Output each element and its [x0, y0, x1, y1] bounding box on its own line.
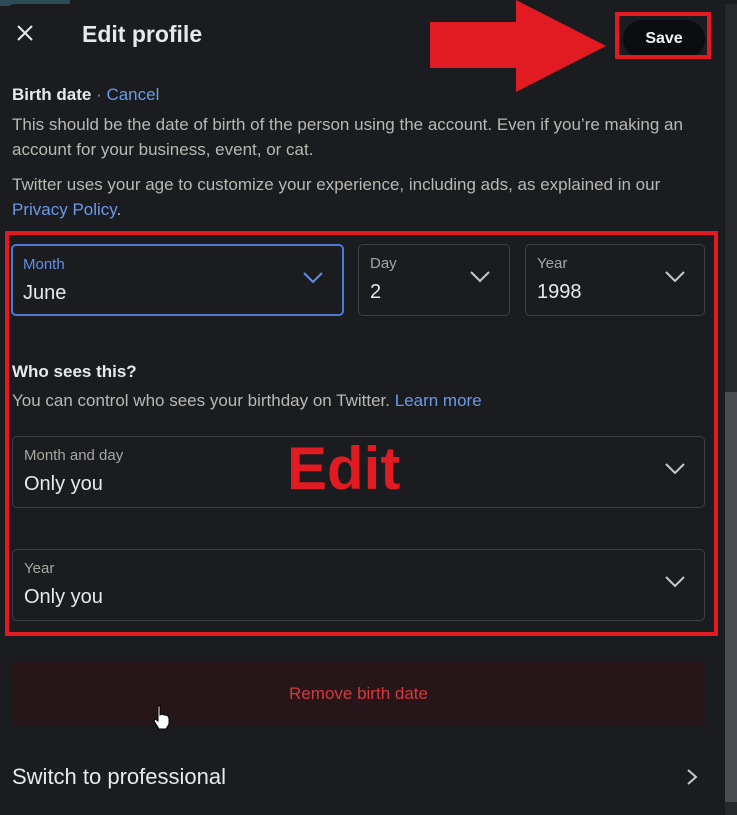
birth-date-heading: Birth date · Cancel: [12, 85, 159, 105]
month-select[interactable]: Month June: [11, 244, 344, 316]
chevron-down-icon: [665, 576, 685, 588]
chevron-down-icon: [665, 463, 685, 475]
switch-to-professional-row[interactable]: Switch to professional: [0, 742, 726, 812]
privacy-policy-link[interactable]: Privacy Policy: [12, 200, 117, 219]
year-select[interactable]: Year 1998: [525, 244, 705, 316]
remove-birth-date-button[interactable]: Remove birth date: [12, 661, 705, 726]
who-sees-this-heading: Who sees this?: [12, 362, 137, 381]
close-icon: [17, 25, 33, 41]
day-value: 2: [370, 281, 382, 303]
age-usage-description: Twitter uses your age to customize your …: [12, 172, 712, 222]
close-button[interactable]: [8, 16, 42, 50]
learn-more-link[interactable]: Learn more: [395, 391, 482, 410]
month-day-visibility-value: Only you: [24, 473, 103, 495]
visibility-text: You can control who sees your birthday o…: [12, 391, 395, 410]
month-label: Month: [23, 256, 65, 273]
day-label: Day: [370, 255, 397, 272]
save-button[interactable]: Save: [623, 20, 705, 58]
chevron-down-icon: [665, 271, 685, 283]
year-visibility-select[interactable]: Year Only you: [12, 549, 705, 621]
birth-date-title: Birth date: [12, 85, 92, 104]
year-value: 1998: [537, 281, 582, 303]
chevron-down-icon: [470, 271, 490, 283]
month-day-visibility-label: Month and day: [24, 447, 124, 464]
modal-header: Edit profile Save: [0, 4, 726, 68]
month-day-visibility-select[interactable]: Month and day Only you: [12, 436, 705, 508]
edit-profile-modal: Edit profile Save Birth date · Cancel Th…: [0, 4, 726, 815]
page-title: Edit profile: [82, 21, 203, 47]
year-label: Year: [537, 255, 568, 272]
who-sees-this-description: You can control who sees your birthday o…: [12, 391, 482, 411]
scrollbar-thumb[interactable]: [725, 392, 737, 802]
year-visibility-value: Only you: [24, 586, 103, 608]
month-value: June: [23, 282, 67, 304]
cancel-link[interactable]: Cancel: [106, 85, 159, 104]
chevron-right-icon: [687, 769, 698, 785]
separator: ·: [91, 85, 107, 104]
age-usage-text: Twitter uses your age to customize your …: [12, 175, 661, 194]
birth-date-description: This should be the date of birth of the …: [12, 115, 683, 159]
chevron-down-icon: [303, 272, 323, 284]
year-visibility-label: Year: [24, 560, 55, 577]
age-usage-suffix: .: [116, 200, 122, 219]
day-select[interactable]: Day 2: [358, 244, 510, 316]
switch-to-professional-label: Switch to professional: [12, 764, 226, 789]
